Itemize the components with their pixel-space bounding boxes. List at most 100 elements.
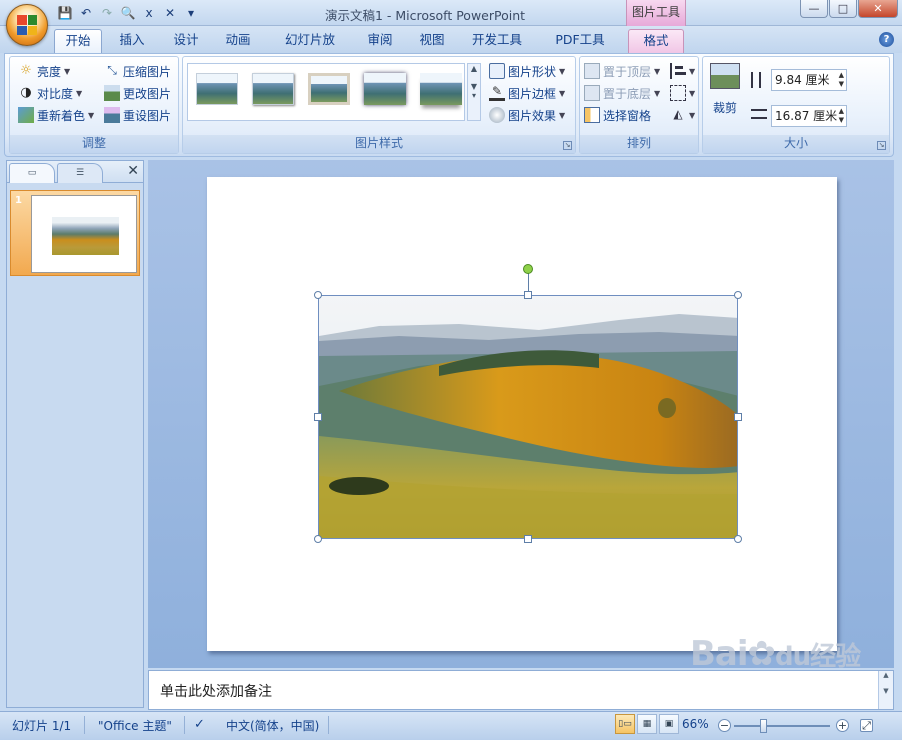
close-pane-icon[interactable]: ✕	[127, 164, 139, 178]
resize-handle-bottom-right[interactable]	[734, 535, 742, 543]
minimize-button[interactable]: —	[800, 0, 828, 18]
height-spinner-icon[interactable]: ▲ ▼	[839, 71, 844, 89]
adjust-group: ☼ 亮度 ▼ ◑ 对比度 ▼ 重新着色 ▼ ⤡ 压缩图片 更改图片 重设图片 调整	[9, 56, 179, 154]
thumbnail-picture	[52, 217, 119, 255]
notes-pane[interactable]: 单击此处添加备注 ▲ ▼	[148, 670, 894, 710]
spell-check-icon[interactable]: ✓	[194, 717, 205, 732]
language: 中文(简体，中国)	[226, 719, 320, 733]
picture-border-button[interactable]: ✎ 图片边框 ▼	[489, 83, 565, 103]
recolor-icon	[18, 107, 34, 123]
effects-icon	[489, 107, 505, 123]
slide-sorter-view-icon[interactable]: ▦	[637, 714, 657, 734]
tab-pdf-tools[interactable]: PDF工具集	[540, 29, 620, 69]
send-to-back-button[interactable]: 置于底层 ▼	[584, 83, 660, 103]
tab-outline[interactable]: ☰	[57, 163, 103, 183]
tab-insert[interactable]: 插入	[108, 29, 156, 53]
status-separator	[84, 716, 85, 734]
reset-picture-icon	[104, 107, 120, 123]
group-button[interactable]: ▼	[670, 83, 695, 103]
tab-slides[interactable]: ▭	[9, 163, 55, 183]
contrast-button[interactable]: ◑ 对比度 ▼	[18, 83, 82, 103]
reset-picture-button[interactable]: 重设图片	[104, 105, 171, 125]
rotation-handle[interactable]	[523, 264, 533, 274]
zoom-in-icon[interactable]: +	[836, 719, 849, 732]
brightness-button[interactable]: ☼ 亮度 ▼	[18, 61, 70, 81]
resize-handle-right[interactable]	[734, 413, 742, 421]
resize-handle-bottom-left[interactable]	[314, 535, 322, 543]
compress-pictures-button[interactable]: ⤡ 压缩图片	[104, 61, 171, 81]
picture-effects-button[interactable]: 图片效果 ▼	[489, 105, 565, 125]
width-spinner-icon[interactable]: ▲ ▼	[839, 107, 844, 125]
adjust-group-label: 调整	[10, 135, 178, 153]
style-thumb-3[interactable]	[308, 73, 350, 105]
zoom-slider-thumb[interactable]	[760, 719, 767, 733]
resize-handle-top[interactable]	[524, 291, 532, 299]
tab-home[interactable]: 开始	[54, 29, 102, 53]
tab-animations[interactable]: 动画	[214, 29, 262, 53]
slide-thumbnail-selected[interactable]: 1	[10, 190, 140, 276]
zoom-slider-track[interactable]	[734, 725, 830, 727]
style-thumb-5[interactable]	[420, 73, 462, 105]
view-buttons: ▯▭ ▦ ▣	[615, 714, 681, 736]
notes-scrollbar[interactable]: ▲ ▼	[878, 671, 893, 709]
rotate-button[interactable]: ◭ ▼	[670, 105, 695, 125]
tab-developer[interactable]: 开发工具	[462, 29, 532, 53]
slideshow-view-icon[interactable]: ▣	[659, 714, 679, 734]
crop-label: 裁剪	[712, 101, 737, 115]
picture-shape-label: 图片形状	[508, 64, 557, 79]
tab-slideshow[interactable]: 幻灯片放映	[270, 29, 350, 69]
zoom-out-icon[interactable]: −	[718, 719, 731, 732]
tab-view[interactable]: 视图	[408, 29, 456, 53]
resize-handle-top-left[interactable]	[314, 291, 322, 299]
title-bar: 💾 ↶ ↷ 🔍 x ✕ ▾ 演示文稿1 - Microsoft PowerPoi…	[0, 0, 902, 26]
normal-view-icon[interactable]: ▯▭	[615, 714, 635, 734]
bring-front-label: 置于顶层	[603, 64, 652, 79]
shapes-icon	[489, 63, 505, 79]
height-input[interactable]: 9.84 厘米 ▲ ▼	[771, 69, 847, 91]
status-separator	[184, 716, 185, 734]
width-value: 16.87 厘米	[775, 109, 838, 123]
tab-format[interactable]: 格式	[628, 29, 684, 53]
picture-effects-label: 图片效果	[508, 108, 557, 123]
gallery-scrollbar[interactable]: ▲ ▼ ▾	[467, 63, 481, 121]
bring-to-front-button[interactable]: 置于顶层 ▼	[584, 61, 660, 81]
slides-tab-icon: ▭	[27, 168, 37, 178]
style-thumb-4[interactable]	[364, 73, 406, 105]
window-controls: — □ ✕	[800, 0, 898, 18]
slide-canvas[interactable]	[207, 177, 837, 651]
resize-handle-left[interactable]	[314, 413, 322, 421]
selection-pane-button[interactable]: 选择窗格	[584, 105, 651, 125]
picture-shape-button[interactable]: 图片形状 ▼	[489, 61, 565, 81]
style-thumb-2[interactable]	[252, 73, 294, 105]
picture-styles-group: ▲ ▼ ▾ 图片形状 ▼ ✎ 图片边框 ▼ 图片效果 ▼ 图片样式 ↘	[182, 56, 576, 154]
ribbon-tab-bar: 开始 插入 设计 动画 幻灯片放映 审阅 视图 开发工具 PDF工具集 格式 ?	[0, 26, 902, 69]
maximize-button[interactable]: □	[829, 0, 857, 18]
tab-design[interactable]: 设计	[162, 29, 210, 53]
crop-button[interactable]: 裁剪	[707, 61, 743, 119]
pencil-border-icon: ✎	[489, 85, 505, 101]
status-bar: 幻灯片 1/1 "Office 主题" ✓ 中文(简体，中国) ▯▭ ▦ ▣ 6…	[0, 711, 902, 740]
tab-review[interactable]: 审阅	[356, 29, 404, 53]
style-thumb-1[interactable]	[196, 73, 238, 105]
change-picture-button[interactable]: 更改图片	[104, 83, 171, 103]
size-dialog-launcher-icon[interactable]: ↘	[877, 141, 886, 150]
slide-number: 1	[15, 195, 22, 206]
close-button[interactable]: ✕	[858, 0, 898, 18]
zoom-level[interactable]: 66%	[682, 717, 709, 731]
office-button[interactable]	[6, 4, 48, 46]
arrange-group-label: 排列	[580, 135, 698, 153]
selection-pane-icon	[584, 107, 600, 123]
selection-pane-label: 选择窗格	[603, 108, 652, 123]
landscape-picture[interactable]	[318, 295, 738, 539]
recolor-button[interactable]: 重新着色 ▼	[18, 105, 94, 125]
dialog-launcher-icon[interactable]: ↘	[563, 141, 572, 150]
contrast-label: 对比度	[37, 86, 74, 101]
resize-handle-top-right[interactable]	[734, 291, 742, 299]
align-button[interactable]: ▼	[670, 61, 695, 81]
resize-handle-bottom[interactable]	[524, 535, 532, 543]
fit-to-window-icon[interactable]: ⤢	[860, 719, 873, 732]
width-input[interactable]: 16.87 厘米 ▲ ▼	[771, 105, 847, 127]
help-icon[interactable]: ?	[879, 32, 894, 47]
picture-tools-context-label: 图片工具	[626, 0, 686, 26]
change-picture-label: 更改图片	[123, 86, 172, 101]
